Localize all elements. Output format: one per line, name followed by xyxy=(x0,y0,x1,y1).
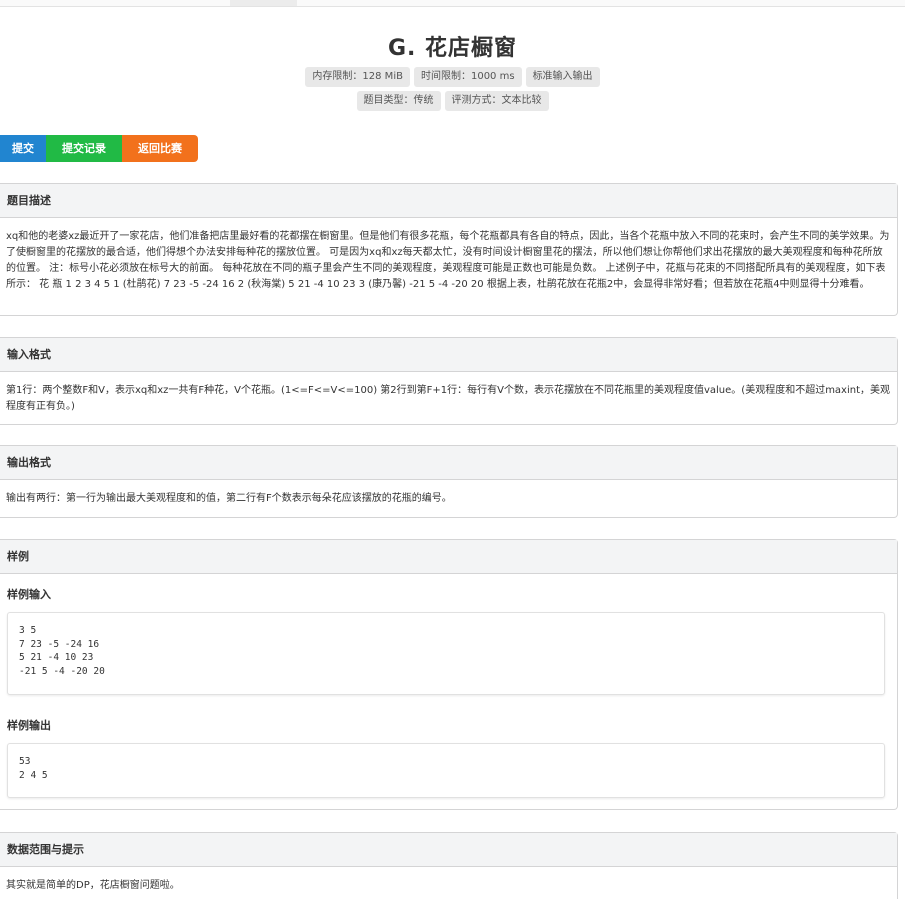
input-format-panel: 输入格式 第1行：两个整数F和V，表示xq和xz一共有F种花，V个花瓶。(1<=… xyxy=(0,337,898,425)
code-line: 7 23 -5 -24 16 xyxy=(19,638,100,650)
description-heading: 题目描述 xyxy=(0,184,897,218)
memory-limit-badge: 内存限制：128 MiB xyxy=(305,67,410,87)
code-line: 53 xyxy=(19,756,31,767)
output-format-heading: 输出格式 xyxy=(0,446,897,480)
sample-heading: 样例 xyxy=(0,540,897,574)
hint-panel: 数据范围与提示 其实就是简单的DP，花店橱窗问题啦。 xyxy=(0,832,898,899)
problem-type-badge: 题目类型：传统 xyxy=(356,91,441,111)
input-format-text: 第1行：两个整数F和V，表示xq和xz一共有F种花，V个花瓶。(1<=F<=V<… xyxy=(6,385,891,412)
type-badges: 题目类型：传统 评测方式：文本比较 xyxy=(0,91,905,111)
submission-records-button[interactable]: 提交记录 xyxy=(46,135,122,162)
io-mode-badge: 标准输入输出 xyxy=(525,67,600,87)
code-line: 3 5 xyxy=(19,625,37,636)
back-to-contest-button[interactable]: 返回比赛 xyxy=(122,135,198,162)
hint-heading: 数据范围与提示 xyxy=(0,833,897,867)
description-panel: 题目描述 xq和他的老婆xz最近开了一家花店，他们准备把店里最好看的花都摆在橱窗… xyxy=(0,183,898,316)
sample-output-code[interactable]: 53 2 4 5 xyxy=(7,743,885,798)
output-format-panel: 输出格式 输出有两行：第一行为输出最大美观程度和的值，第二行有F个数表示每朵花应… xyxy=(0,445,898,518)
time-limit-badge: 时间限制：1000 ms xyxy=(413,67,522,87)
limits-badges: 内存限制：128 MiB 时间限制：1000 ms 标准输入输出 xyxy=(0,67,905,87)
sample-output-heading: 样例输出 xyxy=(7,719,51,732)
sample-input-code[interactable]: 3 5 7 23 -5 -24 16 5 21 -4 10 23 -21 5 -4 -… xyxy=(7,612,885,695)
description-text: xq和他的老婆xz最近开了一家花店，他们准备把店里最好看的花都摆在橱窗里。但是他… xyxy=(6,231,890,290)
problem-title: G. 花店橱窗 xyxy=(387,36,518,61)
code-line: 2 4 5 xyxy=(19,769,48,781)
hint-text: 其实就是简单的DP，花店橱窗问题啦。 xyxy=(6,880,180,891)
top-nav-bar xyxy=(0,0,905,7)
output-format-text: 输出有两行：第一行为输出最大美观程度和的值，第二行有F个数表示每朵花应该摆放的花… xyxy=(6,493,452,504)
sample-input-heading: 样例输入 xyxy=(7,588,51,601)
submit-button[interactable]: 提交 xyxy=(0,135,46,162)
code-line: 5 21 -4 10 23 xyxy=(19,652,94,663)
input-format-heading: 输入格式 xyxy=(0,338,897,372)
judge-mode-badge: 评测方式：文本比较 xyxy=(444,91,549,111)
code-line: -21 5 -4 -20 20 xyxy=(19,665,105,677)
action-buttons: 提交 提交记录 返回比赛 xyxy=(0,135,198,162)
top-nav-tab[interactable] xyxy=(230,0,297,6)
sample-panel: 样例 样例输入 3 5 7 23 -5 -24 16 5 21 -4 10 23 -2… xyxy=(0,539,898,810)
